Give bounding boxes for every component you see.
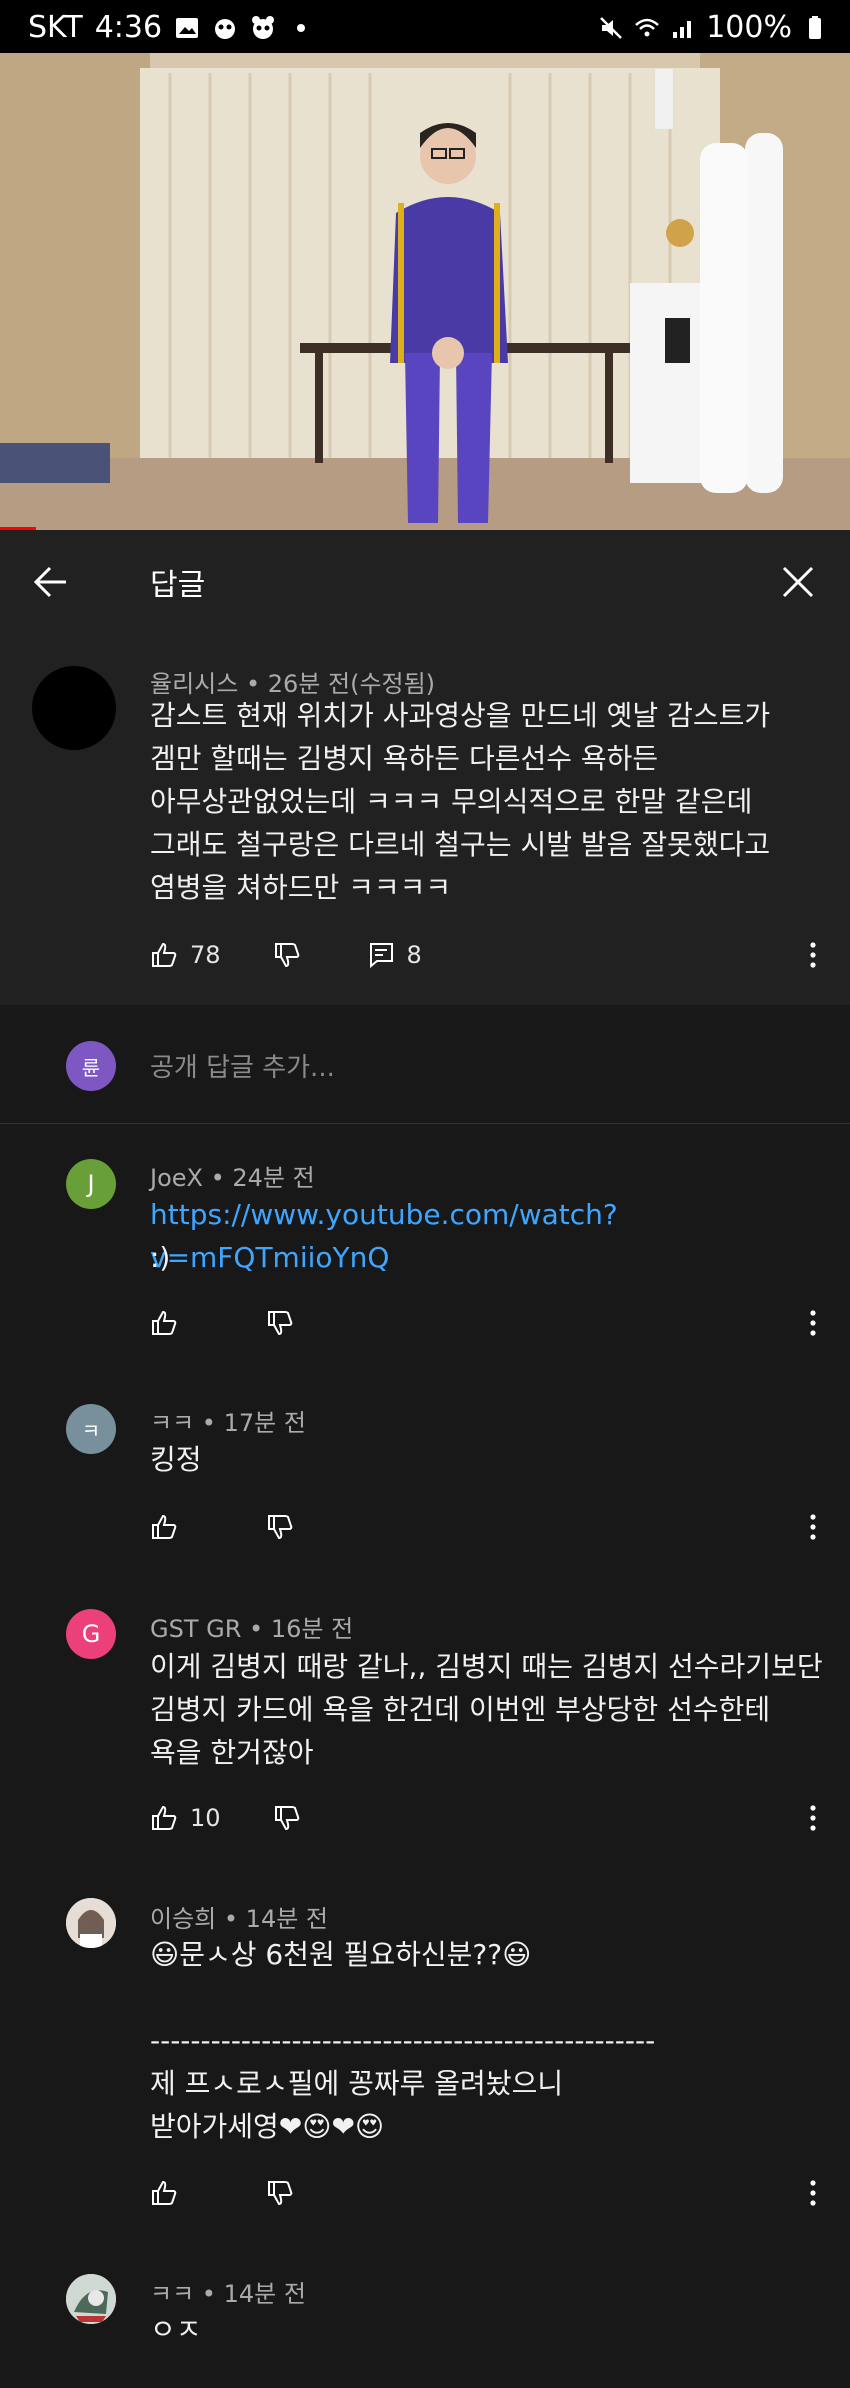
comment-meta: 이승희 • 14분 전 [150,1905,328,1933]
comment-actions: 78 8 [150,935,422,975]
more-options-icon[interactable] [808,1804,818,1832]
thumbs-up-icon[interactable] [150,1309,178,1337]
gallery-notification-icon [176,17,199,38]
add-reply-bar[interactable]: 륜 공개 답글 추가... [0,1005,850,1124]
thumbs-up-icon[interactable] [150,2179,178,2207]
thumbs-down-icon[interactable] [273,941,301,969]
comment-time: 16분 전 [270,1615,354,1643]
comment-author[interactable]: GST GR [150,1615,241,1643]
battery-percent: 100% [706,10,792,45]
avatar-letter: G [81,1620,101,1648]
back-arrow-icon[interactable] [30,562,70,602]
like-count: 10 [190,1804,221,1832]
thumbs-up-icon[interactable] [150,1804,178,1832]
profile-photo [66,1898,116,1948]
more-options-icon[interactable] [808,1513,818,1541]
comment-text: :) [150,1241,171,1274]
reply-icon[interactable] [367,941,395,969]
comment-author[interactable]: ㅋㅋ [150,2280,194,2308]
comment-actions [150,1303,294,1343]
avatar[interactable] [32,666,116,750]
comment-time: 14분 전 [245,1905,328,1933]
my-avatar: 륜 [66,1041,116,1091]
more-options-icon[interactable] [808,2179,818,2207]
comment-text: 😃문ㅅ상 6천원 필요하신분??😃 ----------------------… [150,1938,656,2143]
comment-time: 24분 전 [232,1164,315,1192]
wifi-icon [635,18,660,36]
clock: 4:36 [94,10,163,45]
my-avatar-letter: 륜 [81,1055,101,1080]
avatar[interactable]: J [66,1159,116,1209]
thumbs-down-icon[interactable] [266,1513,294,1541]
thumbs-up-icon[interactable] [150,941,178,969]
avatar[interactable]: G [66,1609,116,1659]
status-bar: SKT 4:36 100% [0,0,850,53]
comment-link[interactable]: https://www.youtube.com/watch?v=mFQTmiio… [150,1193,850,1279]
thumbs-down-icon[interactable] [266,1309,294,1337]
comment-meta: ㅋㅋ • 14분 전 [150,2280,306,2308]
battery-icon [809,15,821,39]
avatar-letter: J [87,1170,95,1198]
avatar-letter: ㅋ [81,1418,101,1443]
add-reply-placeholder[interactable]: 공개 답글 추가... [150,1047,335,1084]
thumbs-down-icon[interactable] [273,1804,301,1832]
comment-text: 이게 김병지 때랑 같나,, 김병지 때는 김병지 선수라기보단 김병지 카드에… [150,1650,823,1769]
video-player[interactable] [0,53,850,530]
comment-actions: 10 [150,1798,301,1838]
comment-actions [150,1507,294,1547]
mute-icon [600,16,623,39]
comment-text: 감스트 현재 위치가 사과영상을 만드네 옛날 감스트가 겜만 할때는 김병지 … [150,699,771,904]
reply-count: 8 [406,941,422,969]
video-frame [0,53,850,530]
comment-time: 17분 전 [223,1409,306,1437]
avatar[interactable]: ㅋ [66,1404,116,1454]
more-notifications-dot-icon [297,23,306,32]
comment-author[interactable]: 이승희 [150,1905,216,1933]
panel-title: 답글 [150,568,206,603]
comment-text: ㅇㅈ [150,2313,202,2346]
avatar[interactable] [66,2274,116,2324]
panda-notification-icon [252,15,275,39]
profile-photo [66,2274,116,2324]
parent-comment: 율리시스 • 26분 전(수정됨) 감스트 현재 위치가 사과영상을 만드네 옛… [0,632,850,1005]
signal-icon [673,20,692,38]
comment-time: 14분 전 [223,2280,306,2308]
avatar[interactable] [66,1898,116,1948]
thumbs-up-icon[interactable] [150,1513,178,1541]
comment-meta: ㅋㅋ • 17분 전 [150,1409,306,1437]
thumbs-down-icon[interactable] [266,2179,294,2207]
comment-author[interactable]: ㅋㅋ [150,1409,194,1437]
close-icon[interactable] [778,562,818,602]
comment-text: 킹정 [150,1443,202,1476]
comment-actions [150,2173,294,2213]
more-options-icon[interactable] [808,1309,818,1337]
more-options-icon[interactable] [808,941,818,969]
replies-header: 답글 [0,530,850,633]
app-notification-icon [215,18,236,39]
carrier-label: SKT [28,10,83,45]
comment-meta: GST GR • 16분 전 [150,1615,354,1643]
comment-meta: JoeX • 24분 전 [150,1164,315,1192]
like-count: 78 [190,941,221,969]
comment-author[interactable]: JoeX [150,1164,203,1192]
